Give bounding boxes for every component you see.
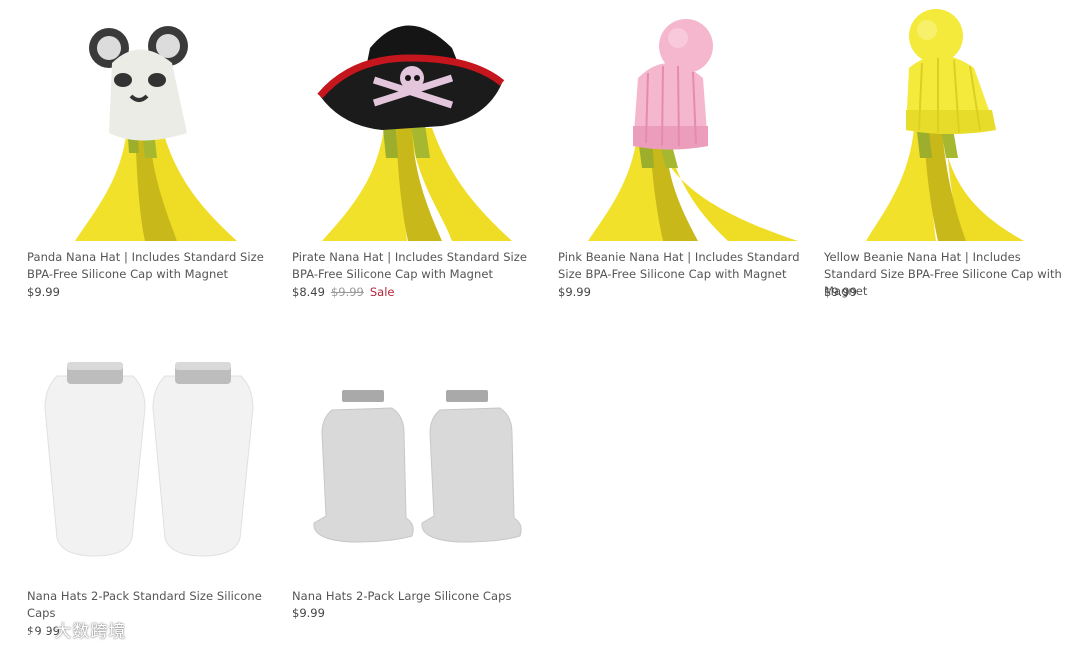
product-title[interactable]: Yellow Beanie Nana Hat | Includes Standa… (824, 249, 1069, 300)
product-image[interactable] (824, 8, 1069, 243)
watermark-logo-icon (8, 620, 48, 645)
product-price: $9.99 (27, 285, 60, 299)
yellow-beanie-image (906, 9, 996, 134)
silicone-cap-image (313, 390, 522, 543)
product-image[interactable] (292, 348, 537, 573)
product-title[interactable]: Nana Hats 2-Pack Large Silicone Caps (292, 588, 537, 605)
panda-hat-image (89, 26, 188, 141)
watermark-text: 大数跨境 (54, 622, 127, 642)
compare-price: $9.99 (330, 285, 364, 299)
product-title[interactable]: Pirate Nana Hat | Includes Standard Size… (292, 249, 537, 283)
banana-image (75, 123, 237, 241)
banana-image (322, 118, 512, 241)
product-price: $9.99 (292, 606, 325, 620)
pirate-hat-image (317, 25, 505, 130)
sale-price: $8.49 (292, 285, 325, 299)
pink-beanie-image (633, 19, 713, 150)
product-title[interactable]: Panda Nana Hat | Includes Standard Size … (27, 249, 272, 283)
product-image[interactable] (292, 8, 537, 243)
watermark: 大数跨境 (8, 617, 126, 645)
product-price: $9.99 (558, 285, 591, 299)
silicone-cap-image (44, 362, 254, 557)
product-price: $8.49 $9.99 Sale (292, 285, 395, 300)
product-image[interactable] (27, 8, 272, 243)
banana-image (588, 138, 798, 241)
product-image[interactable] (27, 348, 272, 573)
sale-badge: Sale (369, 285, 395, 299)
banana-image (866, 123, 1024, 241)
product-title[interactable]: Pink Beanie Nana Hat | Includes Standard… (558, 249, 803, 283)
product-price: $9.99 (824, 285, 857, 299)
product-image[interactable] (558, 8, 803, 243)
